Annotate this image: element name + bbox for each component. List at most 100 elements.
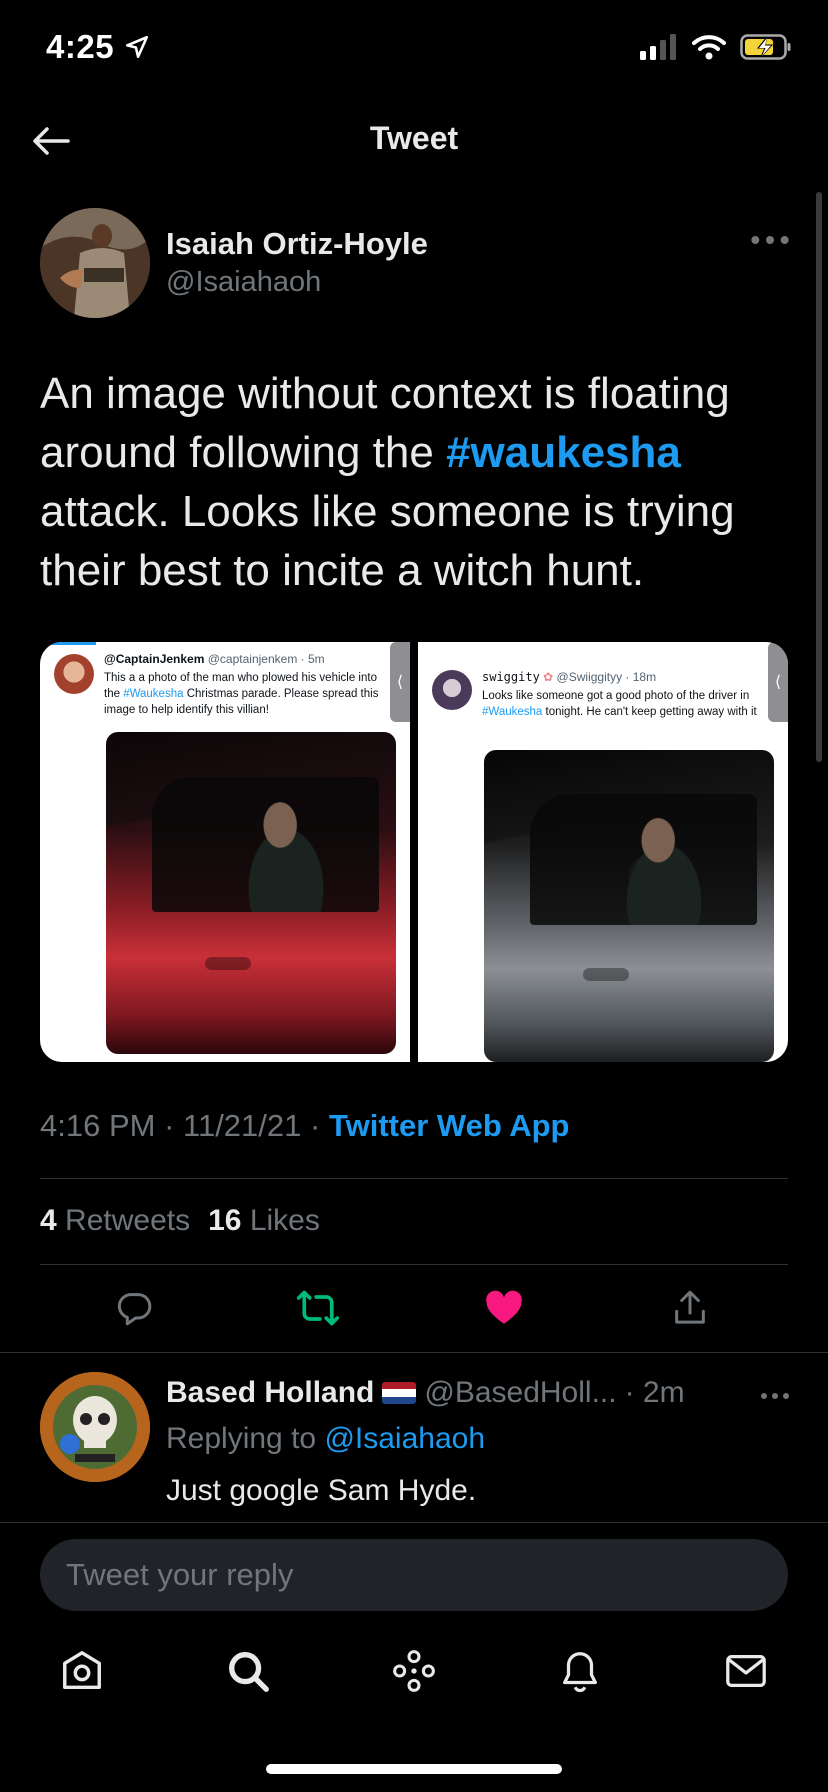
- swipe-tab[interactable]: ⟨: [768, 642, 788, 722]
- divider: [0, 1352, 828, 1353]
- car-photo: [106, 732, 396, 1054]
- media-top-accent: [40, 642, 96, 645]
- replying-prefix: Replying to: [166, 1422, 317, 1455]
- media-text: Looks like someone got a good photo of t…: [482, 688, 768, 720]
- share-icon: [675, 1290, 705, 1324]
- tab-search[interactable]: [220, 1643, 276, 1699]
- spaces-icon: [393, 1650, 435, 1692]
- signal-icon: [640, 34, 676, 60]
- separator: ·: [310, 1108, 329, 1143]
- media-avatar: [54, 654, 94, 694]
- media-image-1[interactable]: @CaptainJenkem @captainjenkem · 5m This …: [40, 642, 410, 1062]
- reply-composer[interactable]: Tweet your reply: [40, 1539, 788, 1611]
- media-text: This a a photo of the man who plowed his…: [104, 670, 390, 718]
- retweets-label: Retweets: [65, 1204, 191, 1237]
- reply-more-icon[interactable]: [760, 1392, 790, 1400]
- media-header: @CaptainJenkem @captainjenkem · 5m: [104, 652, 325, 666]
- reply-avatar[interactable]: [40, 1372, 150, 1482]
- driver-figure: [227, 796, 344, 913]
- media-hashtag: #Waukesha: [123, 688, 184, 700]
- media-handle: @captainjenkem · 5m: [207, 652, 325, 666]
- home-indicator[interactable]: [266, 1764, 562, 1774]
- hashtag-link[interactable]: #waukesha: [446, 428, 681, 477]
- divider: [40, 1264, 788, 1265]
- home-icon: [63, 1651, 101, 1690]
- divider: [40, 1178, 788, 1179]
- reply-button[interactable]: [112, 1286, 156, 1330]
- media-handle: @Swiiggityy · 18m: [556, 670, 657, 684]
- avatar-photo: [40, 208, 150, 318]
- tweet-date: 11/21/21: [183, 1108, 302, 1143]
- driver-figure: [605, 812, 722, 925]
- like-button[interactable]: [482, 1286, 526, 1330]
- media-name: swiggity: [482, 670, 540, 684]
- media-hashtag: #Waukesha: [482, 706, 543, 718]
- tweet-meta: 4:16 PM · 11/21/21 · Twitter Web App: [40, 1108, 569, 1144]
- reply-tweet[interactable]: Based Holland @BasedHoll... · 2m Replyin…: [40, 1370, 790, 1520]
- likes-stat[interactable]: 16 Likes: [208, 1204, 320, 1238]
- tab-messages[interactable]: [718, 1643, 774, 1699]
- search-icon: [229, 1652, 269, 1692]
- flower-icon: ✿: [543, 670, 554, 684]
- tab-spaces[interactable]: [386, 1643, 442, 1699]
- scroll-indicator[interactable]: [816, 192, 822, 762]
- tweet-actions: [40, 1286, 788, 1336]
- bottom-bar: Tweet your reply: [0, 1522, 828, 1792]
- door-handle: [582, 968, 629, 981]
- separator: ·: [164, 1108, 184, 1143]
- author-handle[interactable]: @Isaiahaoh: [166, 266, 321, 299]
- swipe-tab[interactable]: ⟨: [390, 642, 410, 722]
- media-image-2[interactable]: swiggity ✿ @Swiiggityy · 18m Looks like …: [418, 642, 788, 1062]
- status-time: 4:25: [46, 28, 150, 66]
- netherlands-flag-icon: [382, 1382, 417, 1404]
- replying-to: Replying to @Isaiahaoh: [166, 1422, 485, 1456]
- wifi-icon: [692, 35, 726, 60]
- car-photo: [484, 750, 774, 1062]
- likes-label: Likes: [249, 1204, 320, 1237]
- like-icon: [486, 1290, 522, 1324]
- composer-placeholder: Tweet your reply: [66, 1557, 294, 1592]
- messages-icon: [726, 1654, 766, 1688]
- status-icons: [640, 34, 792, 60]
- media-text-part: tonight. He can't keep getting away with…: [542, 706, 757, 718]
- page-title: Tweet: [369, 120, 459, 156]
- author-name[interactable]: Isaiah Ortiz-Hoyle: [166, 226, 428, 262]
- skull-avatar-image: [40, 1372, 150, 1482]
- reply-time: · 2m: [624, 1376, 685, 1409]
- retweet-icon: [296, 1290, 340, 1326]
- tweet-text: An image without context is floating aro…: [40, 364, 800, 600]
- tab-bar: [0, 1643, 828, 1723]
- battery-icon: [740, 34, 791, 60]
- reply-icon: [117, 1293, 152, 1326]
- tweet-text-part: attack. Looks like someone is trying the…: [40, 487, 735, 595]
- tweet-author: Isaiah Ortiz-Hoyle @Isaiahaoh: [40, 208, 790, 318]
- tab-notifications[interactable]: [552, 1643, 608, 1699]
- media-text-part: Looks like someone got a good photo of t…: [482, 690, 750, 702]
- more-options-icon[interactable]: [750, 230, 790, 250]
- media-header: swiggity ✿ @Swiiggityy · 18m: [482, 670, 656, 684]
- reply-header: Based Holland @BasedHoll... · 2m: [166, 1376, 685, 1410]
- retweet-button[interactable]: [296, 1286, 340, 1330]
- status-bar: 4:25: [0, 0, 828, 100]
- top-nav: Tweet: [0, 100, 828, 182]
- reply-author-name[interactable]: Based Holland: [166, 1376, 374, 1410]
- tweet-source-link[interactable]: Twitter Web App: [329, 1108, 570, 1143]
- reply-author-handle[interactable]: @BasedHoll...: [424, 1376, 616, 1410]
- tweet-stats: 4 Retweets 16 Likes: [40, 1204, 320, 1238]
- replying-handle-link[interactable]: @Isaiahaoh: [324, 1422, 485, 1455]
- notifications-icon: [563, 1652, 597, 1693]
- media-name: @CaptainJenkem: [104, 652, 205, 666]
- reply-text: Just google Sam Hyde.: [166, 1474, 477, 1507]
- media-avatar: [432, 670, 472, 710]
- clock: 4:25: [46, 28, 115, 65]
- retweets-count: 4: [40, 1204, 57, 1237]
- retweets-stat[interactable]: 4 Retweets: [40, 1204, 190, 1238]
- location-arrow-icon: [126, 35, 149, 59]
- tweet-time: 4:16 PM: [40, 1108, 156, 1143]
- author-avatar[interactable]: [40, 208, 150, 318]
- door-handle: [204, 957, 251, 971]
- tweet-media[interactable]: @CaptainJenkem @captainjenkem · 5m This …: [40, 642, 788, 1062]
- likes-count: 16: [208, 1204, 242, 1237]
- share-button[interactable]: [668, 1286, 712, 1330]
- tab-home[interactable]: [54, 1643, 110, 1699]
